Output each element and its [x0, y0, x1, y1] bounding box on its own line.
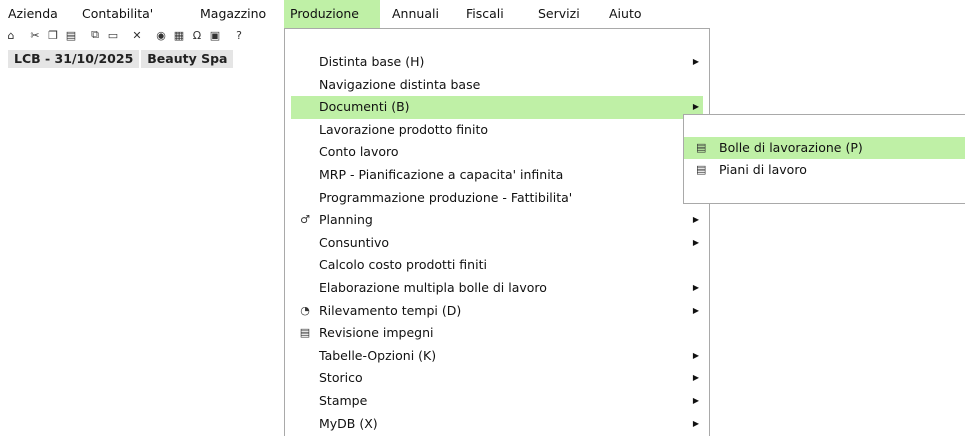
submenu-item-label: Bolle di lavorazione (P) [719, 140, 863, 155]
submenu-item-label: Piani di lavoro [719, 162, 807, 177]
submenu-arrow-icon: ▶ [692, 57, 699, 66]
menu-item-revisione-impegni[interactable]: ▤ Revisione impegni [285, 322, 709, 345]
menu-item-label: MRP - Pianificazione a capacita' infinit… [319, 167, 564, 182]
menu-item-label: Programmazione produzione - Fattibilita' [319, 189, 573, 205]
submenu-arrow-icon: ▶ [692, 283, 699, 292]
menu-item-storico[interactable]: Storico ▶ [285, 367, 709, 390]
menu-item-label: Conto lavoro [319, 144, 399, 160]
produzione-dropdown: Distinta base (H) ▶ Navigazione distinta… [284, 28, 710, 436]
planning-icon: ♂ [300, 213, 310, 227]
menu-magazzino-label: Magazzino [200, 6, 267, 21]
menu-annuali[interactable]: Annuali [386, 0, 445, 28]
menu-item-label: MyDB (X) [319, 415, 378, 431]
home-icon[interactable]: ⌂ [4, 28, 18, 42]
paste-icon[interactable]: ▤ [64, 28, 78, 42]
menu-item-navigazione-distinta-base[interactable]: Navigazione distinta base [285, 74, 709, 97]
menu-item-distinta-base[interactable]: Distinta base (H) ▶ [285, 51, 709, 74]
menu-fiscali[interactable]: Fiscali [460, 0, 510, 28]
company-bar: LCB - 31/10/2025 Beauty Spa [8, 50, 234, 68]
menu-item-planning[interactable]: ♂ Planning ▶ [285, 209, 709, 232]
camera-icon[interactable]: ◉ [154, 28, 168, 42]
menu-item-label: Planning [319, 212, 373, 228]
review-icon: ▤ [299, 326, 311, 340]
menu-aiuto[interactable]: Aiuto [603, 0, 648, 28]
submenu-item-piani-lavoro[interactable]: ▤ Piani di lavoro [684, 159, 965, 181]
menu-item-conto-lavoro[interactable]: Conto lavoro [285, 141, 709, 164]
document-icon: ▤ [696, 163, 707, 176]
submenu-arrow-icon: ▶ [692, 237, 699, 247]
menu-item-label: Documenti (B) [319, 99, 410, 115]
submenu-arrow-icon: ▶ [692, 305, 699, 315]
menu-contabilita[interactable]: Contabilita' [76, 0, 159, 28]
menu-aiuto-label: Aiuto [609, 6, 642, 21]
menu-servizi-label: Servizi [538, 6, 580, 21]
menu-azienda[interactable]: Azienda [2, 0, 64, 28]
submenu-arrow-icon: ▶ [692, 350, 699, 360]
menu-item-programmazione-produzione[interactable]: Programmazione produzione - Fattibilita' [285, 187, 709, 210]
menu-servizi[interactable]: Servizi [532, 0, 586, 28]
menu-item-label: Elaborazione multipla bolle di lavoro [319, 280, 547, 295]
submenu-arrow-icon: ▶ [692, 215, 699, 225]
documenti-submenu: ▤ Bolle di lavorazione (P) ▤ Piani di la… [683, 114, 965, 204]
submenu-arrow-icon: ▶ [692, 396, 699, 405]
clock-icon: ◔ [300, 303, 310, 317]
toolbar: ⌂ ✂ ❐ ▤ ⧉ ▭ ✕ ◉ ▦ Ω ▣ ? [4, 26, 246, 44]
menu-item-label: Rilevamento tempi (D) [319, 302, 462, 318]
menu-item-label: Stampe [319, 393, 368, 408]
menu-produzione-label: Produzione [290, 6, 359, 21]
network-icon[interactable]: ⧉ [88, 28, 102, 42]
menu-annuali-label: Annuali [392, 6, 439, 21]
menu-produzione[interactable]: Produzione [284, 0, 380, 28]
copy-icon[interactable]: ❐ [46, 28, 60, 42]
menu-item-consuntivo[interactable]: Consuntivo ▶ [285, 232, 709, 255]
help-icon[interactable]: ? [232, 28, 246, 42]
menu-fiscali-label: Fiscali [466, 6, 504, 21]
document-icon: ▤ [696, 141, 707, 154]
submenu-item-bolle-lavorazione[interactable]: ▤ Bolle di lavorazione (P) [684, 137, 965, 159]
menu-item-tabelle-opzioni[interactable]: Tabelle-Opzioni (K) ▶ [285, 345, 709, 368]
menu-contabilita-label: Contabilita' [82, 6, 154, 21]
menu-item-documenti[interactable]: Documenti (B) ▶ [291, 96, 703, 119]
menu-magazzino[interactable]: Magazzino [194, 0, 272, 28]
menu-azienda-label: Azienda [8, 6, 58, 21]
menu-item-label: Lavorazione prodotto finito [319, 121, 489, 137]
submenu-arrow-icon: ▶ [692, 418, 699, 428]
menu-item-elaborazione-multipla[interactable]: Elaborazione multipla bolle di lavoro ▶ [285, 277, 709, 300]
close-icon[interactable]: ✕ [130, 28, 144, 42]
omega-icon[interactable]: Ω [190, 28, 204, 42]
menu-item-calcolo-costo[interactable]: Calcolo costo prodotti finiti [285, 254, 709, 277]
company-code-date: LCB - 31/10/2025 [8, 50, 140, 68]
menu-item-rilevamento-tempi[interactable]: ◔ Rilevamento tempi (D) ▶ [285, 300, 709, 323]
company-name: Beauty Spa [141, 50, 234, 68]
menu-item-label: Storico [319, 370, 363, 386]
grid-icon[interactable]: ▣ [208, 28, 222, 42]
menu-item-lavorazione-prodotto-finito[interactable]: Lavorazione prodotto finito [285, 119, 709, 142]
menu-item-label: Consuntivo [319, 234, 390, 250]
menu-item-stampe[interactable]: Stampe ▶ [285, 390, 709, 413]
menu-item-label: Navigazione distinta base [319, 76, 481, 92]
menu-item-label: Distinta base (H) [319, 54, 425, 69]
submenu-arrow-icon: ▶ [692, 373, 699, 383]
menu-bar: Azienda Contabilita' Magazzino Produzion… [0, 0, 965, 28]
calc-icon[interactable]: ▦ [172, 28, 186, 42]
menu-item-label: Tabelle-Opzioni (K) [319, 347, 437, 363]
menu-item-mrp[interactable]: MRP - Pianificazione a capacita' infinit… [285, 164, 709, 187]
scissors-icon[interactable]: ✂ [28, 28, 42, 42]
menu-item-label: Calcolo costo prodotti finiti [319, 257, 487, 273]
computer-icon[interactable]: ▭ [106, 28, 120, 42]
menu-item-mydb[interactable]: MyDB (X) ▶ [285, 413, 709, 436]
menu-item-label: Revisione impegni [319, 325, 434, 341]
